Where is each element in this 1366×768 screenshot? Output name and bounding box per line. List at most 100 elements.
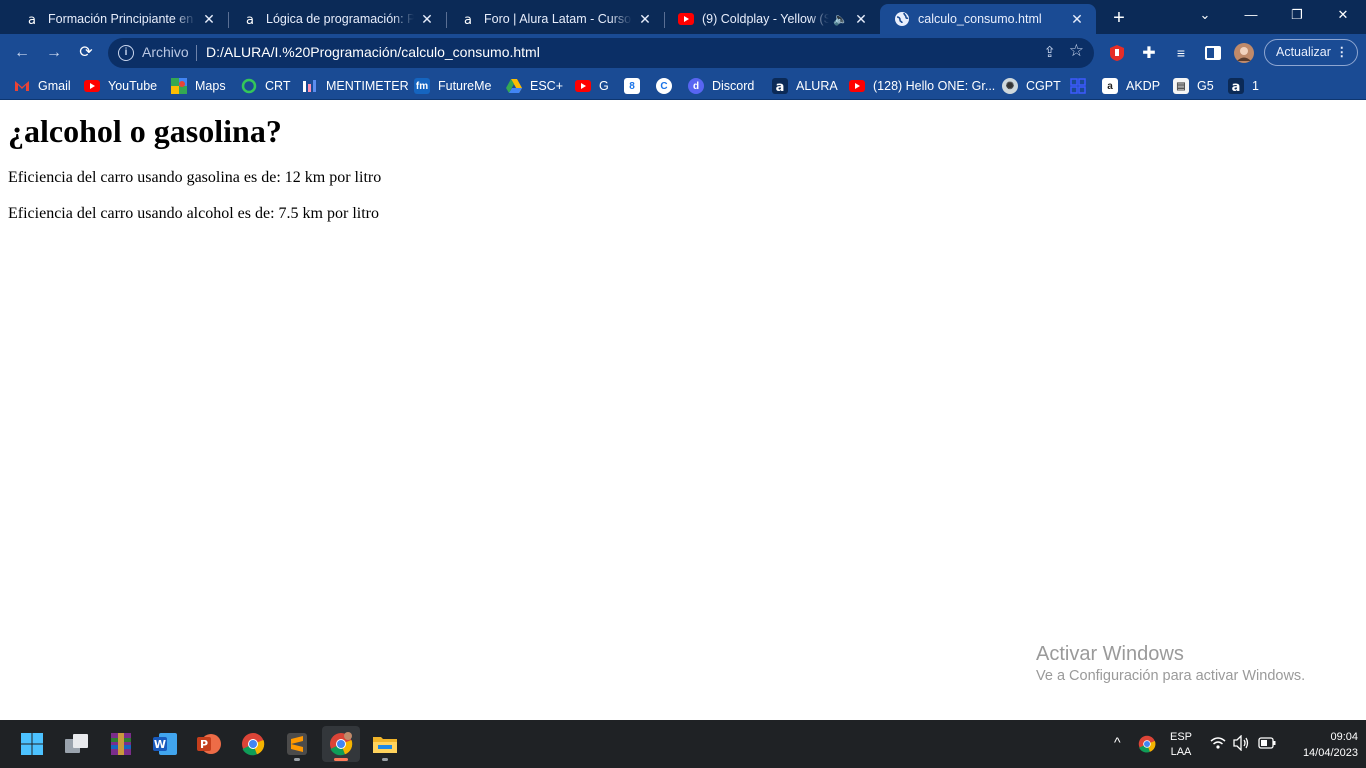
youtube-icon xyxy=(849,78,865,94)
bookmark-alura[interactable]: a ALURA xyxy=(772,76,838,96)
language-indicator[interactable]: ESP LAA xyxy=(1166,730,1196,760)
powerpoint-icon[interactable]: P xyxy=(190,726,228,762)
activation-watermark-subtitle: Ve a Configuración para activar Windows. xyxy=(1036,668,1306,684)
media-queue-icon[interactable]: ≡ xyxy=(1171,43,1191,63)
battery-icon[interactable] xyxy=(1258,737,1276,752)
chrome-icon[interactable] xyxy=(234,726,272,762)
chrome-tray-icon[interactable] xyxy=(1138,735,1156,756)
youtube-icon xyxy=(84,78,100,94)
futureme-icon: fm xyxy=(414,78,430,94)
page-content: ¿alcohol o gasolina? Eficiencia del carr… xyxy=(0,101,1366,720)
task-view-icon[interactable] xyxy=(58,726,96,762)
doc-icon: ▤ xyxy=(1173,78,1189,94)
language-code: ESP xyxy=(1169,731,1192,743)
audio-playing-icon[interactable]: 🔈 xyxy=(833,12,848,26)
bookmark-akdp[interactable]: a AKDP xyxy=(1102,76,1160,96)
bookmarks-bar: Gmail YouTube Maps CRT MENTIMETER fm Fut… xyxy=(0,72,1366,100)
drive-icon xyxy=(506,78,522,94)
svg-text:a: a xyxy=(28,13,36,27)
bookmark-futureme[interactable]: fm FutureMe xyxy=(414,76,492,96)
tab-strip: a Formación Principiante en Pr ✕ a Lógic… xyxy=(0,0,1366,34)
bookmark-cgpt[interactable]: ✺ CGPT xyxy=(1002,76,1061,96)
new-tab-button[interactable]: + xyxy=(1107,6,1131,30)
tab-logica[interactable]: a Lógica de programación: Prin ✕ xyxy=(228,4,447,34)
file-chip: Archivo xyxy=(142,44,189,60)
tab-search-icon[interactable]: ⌄ xyxy=(1182,0,1228,34)
bookmark-crt[interactable]: CRT xyxy=(241,76,290,96)
bookmark-mentimeter[interactable]: MENTIMETER xyxy=(302,76,409,96)
adblock-extension-icon[interactable] xyxy=(1107,43,1127,63)
address-bar[interactable]: i Archivo D:/ALURA/I.%20Programación/cal… xyxy=(108,38,1094,68)
back-icon[interactable]: ← xyxy=(10,41,34,65)
winrar-icon[interactable] xyxy=(102,726,140,762)
bookmark-youtube[interactable]: YouTube xyxy=(84,76,157,96)
close-window-button[interactable]: ✕ xyxy=(1320,0,1366,34)
sublime-text-icon[interactable] xyxy=(278,726,316,762)
url-text[interactable]: D:/ALURA/I.%20Programación/calculo_consu… xyxy=(206,44,540,60)
clock-time: 09:04 xyxy=(1330,731,1358,743)
page-heading: ¿alcohol o gasolina? xyxy=(8,113,282,149)
reload-icon[interactable]: ⟳ xyxy=(74,41,98,65)
alcohol-efficiency-text: Eficiencia del carro usando alcohol es d… xyxy=(8,205,379,222)
side-panel-icon[interactable] xyxy=(1203,43,1223,63)
tab-formacion[interactable]: a Formación Principiante en Pr ✕ xyxy=(10,4,229,34)
minimize-button[interactable]: — xyxy=(1228,0,1274,34)
wifi-icon[interactable] xyxy=(1210,736,1226,753)
bookmark-discord[interactable]: d Discord xyxy=(688,76,754,96)
tray-overflow-chevron[interactable]: ^ xyxy=(1114,734,1121,750)
svg-text:W: W xyxy=(154,738,166,751)
youtube-icon xyxy=(575,78,591,94)
chatgpt-icon: ✺ xyxy=(1002,78,1018,94)
update-button[interactable]: Actualizar ⋮ xyxy=(1264,39,1358,66)
tab-calculo-consumo[interactable]: calculo_consumo.html ✕ xyxy=(880,4,1096,34)
bookmark-g[interactable]: G xyxy=(575,76,609,96)
alura-icon: a xyxy=(460,11,476,27)
keyboard-layout: LAA xyxy=(1170,746,1192,758)
close-tab-icon[interactable]: ✕ xyxy=(636,10,654,28)
close-tab-icon[interactable]: ✕ xyxy=(418,10,436,28)
bookmark-1[interactable]: a 1 xyxy=(1228,76,1259,96)
volume-icon[interactable] xyxy=(1233,734,1251,754)
bookmark-esc[interactable]: ESC+ xyxy=(506,76,563,96)
windows-taskbar: W P ^ ESP LAA 09:04 14/04/2023 xyxy=(0,720,1366,768)
profile-avatar[interactable] xyxy=(1234,43,1254,63)
windows-start-icon[interactable] xyxy=(13,726,51,762)
tab-title: (9) Coldplay - Yellow (Sul xyxy=(702,12,830,26)
alura-icon: a xyxy=(1228,78,1244,94)
bookmark-maps[interactable]: Maps xyxy=(171,76,226,96)
clock-date: 14/04/2023 xyxy=(1302,747,1358,759)
grid-icon xyxy=(1070,78,1086,94)
file-explorer-icon[interactable] xyxy=(366,726,404,762)
close-tab-icon[interactable]: ✕ xyxy=(1068,10,1086,28)
clock[interactable]: 09:04 14/04/2023 xyxy=(1284,729,1358,761)
close-tab-icon[interactable]: ✕ xyxy=(852,10,870,28)
tab-foro[interactable]: a Foro | Alura Latam - Cursos o ✕ xyxy=(446,4,665,34)
bookmark-g5[interactable]: ▤ G5 xyxy=(1173,76,1214,96)
alura-icon: a xyxy=(772,78,788,94)
extensions-puzzle-icon[interactable]: ✚ xyxy=(1139,43,1159,63)
mentimeter-icon xyxy=(302,78,318,94)
ring-icon xyxy=(241,78,257,94)
forward-icon[interactable]: → xyxy=(42,41,66,65)
bookmark-c-circle[interactable]: C xyxy=(656,76,680,96)
close-tab-icon[interactable]: ✕ xyxy=(200,10,218,28)
svg-text:P: P xyxy=(200,738,208,751)
youtube-icon xyxy=(678,11,694,27)
chrome-profile-icon[interactable] xyxy=(322,726,360,762)
bookmark-gmail[interactable]: Gmail xyxy=(14,76,71,96)
bookmark-star-icon[interactable]: ☆ xyxy=(1069,41,1084,61)
share-icon[interactable]: ⇪ xyxy=(1043,43,1056,61)
bookmark-calendar[interactable]: 8 xyxy=(624,76,648,96)
browser-toolbar: ← → ⟳ i Archivo D:/ALURA/I.%20Programaci… xyxy=(0,34,1366,72)
word-icon[interactable]: W xyxy=(146,726,184,762)
bookmark-hello-one[interactable]: (128) Hello ONE: Gr... xyxy=(849,76,995,96)
info-icon[interactable]: i xyxy=(118,45,134,61)
tab-coldplay[interactable]: (9) Coldplay - Yellow (Sul 🔈 ✕ xyxy=(664,4,880,34)
svg-text:a: a xyxy=(1232,80,1241,94)
restore-button[interactable]: ❐ xyxy=(1274,0,1320,34)
c-circle-icon: C xyxy=(656,78,672,94)
tab-title: calculo_consumo.html xyxy=(918,12,1042,26)
svg-text:a: a xyxy=(464,13,472,27)
maps-icon xyxy=(171,78,187,94)
bookmark-grid[interactable] xyxy=(1070,76,1094,96)
